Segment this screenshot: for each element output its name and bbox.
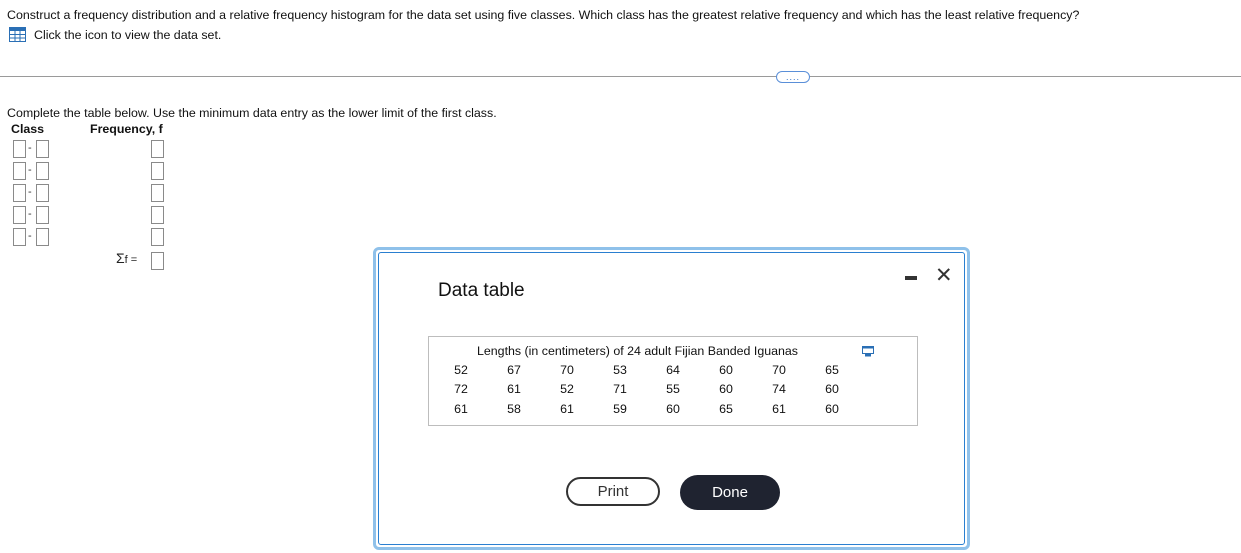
view-data-set-link[interactable]: Click the icon to view the data set. [9,27,221,42]
data-value-cell: 61 [507,382,521,396]
frequency-input-3[interactable] [151,184,164,202]
instructions-text: Complete the table below. Use the minimu… [7,106,497,120]
data-value-cell: 60 [666,402,680,416]
data-value-cell: 60 [719,382,733,396]
class-upper-input-4[interactable] [36,206,49,224]
data-value-cell: 74 [772,382,786,396]
dialog-title: Data table [438,280,525,301]
class-lower-input-4[interactable] [13,206,26,224]
data-value-cell: 70 [772,363,786,377]
data-value-cell: 70 [560,363,574,377]
class-upper-input-3[interactable] [36,184,49,202]
data-value-cell: 55 [666,382,680,396]
sum-f-label: f = [124,254,138,266]
frequency-input-4[interactable] [151,206,164,224]
copy-icon[interactable] [862,346,874,357]
minimize-icon[interactable] [905,276,917,280]
sigma-symbol: Σ [116,250,125,266]
expand-more-button[interactable]: .... [776,71,810,83]
done-button[interactable]: Done [680,475,780,510]
print-button[interactable]: Print [566,477,660,506]
data-caption: Lengths (in centimeters) of 24 adult Fij… [477,344,798,358]
data-value-cell: 60 [825,402,839,416]
class-upper-input-2[interactable] [36,162,49,180]
data-value-cell: 71 [613,382,627,396]
class-lower-input-3[interactable] [13,184,26,202]
class-lower-input-2[interactable] [13,162,26,180]
class-lower-input-1[interactable] [13,140,26,158]
data-value-cell: 52 [454,363,468,377]
class-separator: - [28,164,32,176]
data-value-cell: 52 [560,382,574,396]
data-value-cell: 58 [507,402,521,416]
class-separator: - [28,208,32,220]
class-lower-input-5[interactable] [13,228,26,246]
class-separator: - [28,186,32,198]
class-separator: - [28,230,32,242]
data-value-cell: 64 [666,363,680,377]
data-value-cell: 61 [560,402,574,416]
data-value-cell: 60 [825,382,839,396]
view-data-set-label[interactable]: Click the icon to view the data set. [34,28,221,42]
data-value-cell: 61 [454,402,468,416]
section-divider [0,76,1241,77]
frequency-sum-label: Σf = [116,250,137,266]
data-table-dialog: Data table ✕ Lengths (in centimeters) of… [373,247,970,550]
data-value-cell: 67 [507,363,521,377]
data-value-cell: 59 [613,402,627,416]
data-value-cell: 65 [825,363,839,377]
frequency-input-5[interactable] [151,228,164,246]
data-value-cell: 61 [772,402,786,416]
data-value-cell: 65 [719,402,733,416]
data-values-box: Lengths (in centimeters) of 24 adult Fij… [428,336,918,426]
data-value-cell: 72 [454,382,468,396]
data-value-cell: 53 [613,363,627,377]
class-upper-input-5[interactable] [36,228,49,246]
frequency-input-2[interactable] [151,162,164,180]
question-text: Construct a frequency distribution and a… [7,8,1080,22]
frequency-input-1[interactable] [151,140,164,158]
frequency-sum-input[interactable] [151,252,164,270]
close-icon[interactable]: ✕ [935,264,953,288]
grid-table-icon[interactable] [9,27,26,42]
frequency-column-header: Frequency, f [90,122,163,136]
class-column-header: Class [11,122,45,136]
data-value-cell: 60 [719,363,733,377]
class-upper-input-1[interactable] [36,140,49,158]
class-separator: - [28,142,32,154]
